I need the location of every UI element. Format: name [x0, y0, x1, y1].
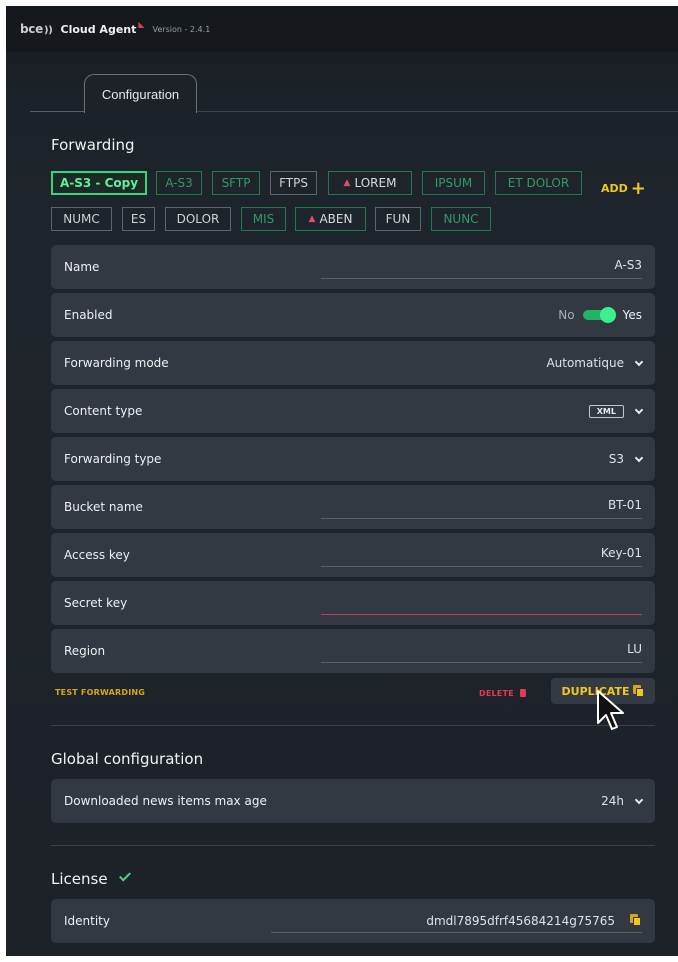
input-underline	[321, 566, 642, 567]
top-bar: bce)) Cloud Agent ◣ Version - 2.4.1	[6, 6, 678, 52]
forwarding-type-select[interactable]: S3	[609, 452, 644, 466]
name-row: Name A-S3	[51, 245, 655, 289]
access-key-input[interactable]: Key-01	[601, 546, 642, 560]
forwarding-chip[interactable]: DOLOR	[165, 207, 231, 231]
enabled-toggle[interactable]	[582, 307, 616, 323]
forwarding-chip[interactable]: FTPS	[270, 171, 317, 195]
chevron-down-icon	[634, 405, 644, 414]
region-input[interactable]: LU	[627, 642, 642, 656]
identity-value: dmdl7895dfrf45684214g75765	[426, 914, 615, 928]
max-age-select[interactable]: 24h	[601, 794, 644, 808]
identity-row: Identity dmdl7895dfrf45684214g75765	[51, 899, 655, 943]
version-label: Version - 2.4.1	[152, 24, 211, 34]
plus-icon: +	[630, 178, 646, 199]
content-type-row[interactable]: Content type XML	[51, 389, 655, 433]
bucket-name-input[interactable]: BT-01	[608, 498, 642, 512]
forwarding-mode-select[interactable]: Automatique	[546, 356, 644, 370]
identity-label: Identity	[64, 914, 110, 928]
section-divider	[51, 845, 655, 846]
add-forwarding-button[interactable]: ADD +	[601, 176, 646, 199]
tab-divider	[196, 111, 678, 112]
forwarding-chip[interactable]: SFTP	[212, 171, 260, 195]
forwarding-type-row[interactable]: Forwarding type S3	[51, 437, 655, 481]
chevron-down-icon	[634, 453, 644, 463]
forwarding-chip[interactable]: NUNC	[431, 207, 491, 231]
forwarding-chip[interactable]: NUMC	[51, 207, 112, 231]
access-key-row: Access key Key-01	[51, 533, 655, 577]
forwarding-mode-row[interactable]: Forwarding mode Automatique	[51, 341, 655, 385]
enabled-label: Enabled	[64, 308, 113, 322]
forwarding-chip[interactable]: ▲ ABEN	[295, 207, 366, 231]
xml-badge: XML	[588, 404, 624, 418]
forwarding-chip[interactable]: ET DOLOR	[495, 171, 582, 195]
bucket-name-label: Bucket name	[64, 500, 143, 514]
input-underline	[271, 932, 642, 933]
check-icon	[118, 869, 131, 882]
name-input[interactable]: A-S3	[614, 258, 642, 272]
forwarding-type-label: Forwarding type	[64, 452, 162, 466]
bucket-name-row: Bucket name BT-01	[51, 485, 655, 529]
forwarding-mode-label: Forwarding mode	[64, 356, 169, 370]
forwarding-chip[interactable]: FUN	[375, 207, 421, 231]
forwarding-chip[interactable]: MIS	[241, 207, 286, 231]
secret-key-row: Secret key	[51, 581, 655, 625]
toggle-on-label: Yes	[622, 308, 642, 322]
tab-divider	[30, 111, 86, 112]
global-config-title: Global configuration	[51, 750, 204, 768]
signal-icon: ◣	[138, 19, 145, 29]
app-window: bce)) Cloud Agent ◣ Version - 2.4.1 Conf…	[6, 6, 678, 956]
app-name: Cloud Agent	[60, 22, 137, 36]
forwarding-actions: TEST FORWARDING DELETE DUPLICATE	[51, 678, 655, 706]
delete-button[interactable]: DELETE	[479, 688, 526, 698]
logo: bce))	[20, 22, 53, 36]
secret-key-label: Secret key	[64, 596, 128, 610]
access-key-label: Access key	[64, 548, 130, 562]
input-underline	[321, 278, 642, 279]
max-age-label: Downloaded news items max age	[64, 794, 267, 808]
input-underline	[321, 518, 642, 519]
trash-icon	[519, 689, 526, 697]
region-label: Region	[64, 644, 106, 658]
section-divider	[51, 725, 655, 726]
content-type-label: Content type	[64, 404, 143, 418]
chevron-down-icon	[634, 357, 644, 367]
copy-icon[interactable]	[630, 914, 641, 926]
toggle-off-label: No	[558, 308, 575, 322]
forwarding-chip[interactable]: ES	[122, 207, 155, 231]
content-type-select[interactable]: XML	[588, 404, 644, 419]
license-title: License	[51, 869, 131, 888]
cursor-icon	[597, 690, 624, 730]
tab-configuration[interactable]: Configuration	[84, 74, 197, 113]
max-age-row[interactable]: Downloaded news items max age 24h	[51, 779, 655, 823]
forwarding-chip[interactable]: ▲ LOREM	[328, 171, 412, 195]
chevron-down-icon	[634, 795, 644, 805]
enabled-toggle-group: No Yes	[558, 307, 642, 323]
name-label: Name	[64, 260, 100, 274]
input-underline	[321, 662, 642, 663]
copy-icon	[633, 685, 645, 697]
test-forwarding-button[interactable]: TEST FORWARDING	[55, 688, 145, 697]
warning-icon: ▲	[343, 178, 351, 188]
forwarding-title: Forwarding	[51, 136, 135, 154]
forwarding-chip[interactable]: A-S3 - Copy	[51, 171, 147, 195]
region-row: Region LU	[51, 629, 655, 673]
forwarding-chip[interactable]: A-S3	[156, 171, 202, 195]
input-underline-error	[321, 614, 642, 615]
enabled-row: Enabled No Yes	[51, 293, 655, 337]
forwarding-chip[interactable]: IPSUM	[422, 171, 485, 195]
warning-icon: ▲	[308, 214, 316, 224]
